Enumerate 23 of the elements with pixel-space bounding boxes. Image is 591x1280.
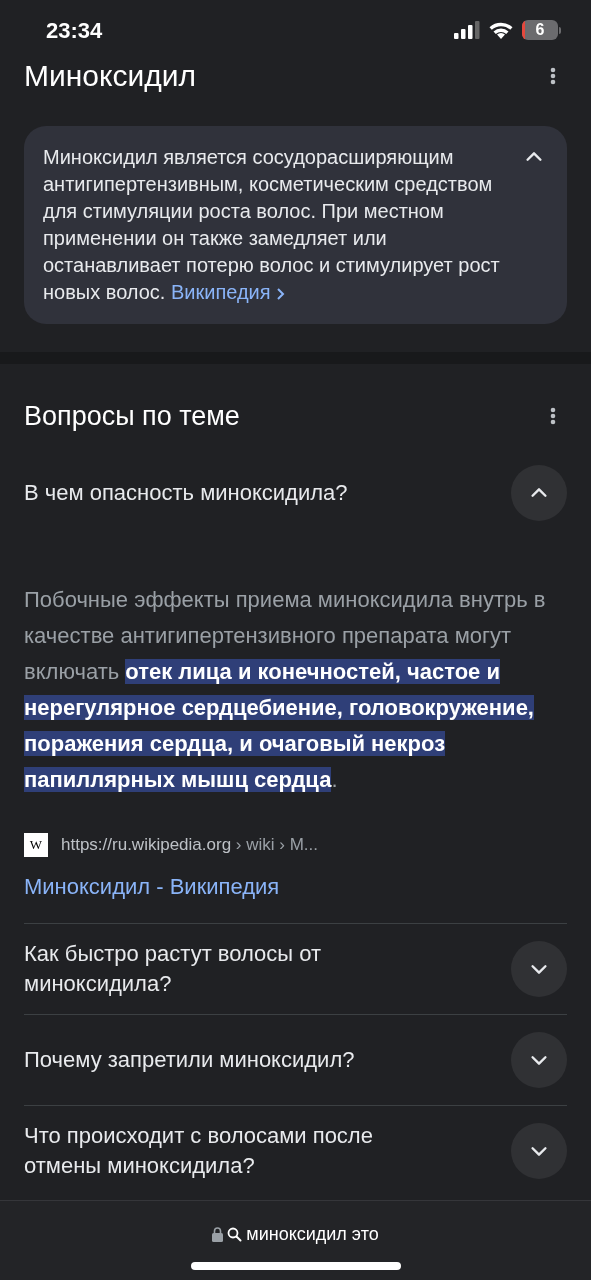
clock-time: 23:34 bbox=[46, 16, 103, 45]
home-indicator[interactable] bbox=[190, 1262, 401, 1270]
address-bar[interactable]: миноксидил это bbox=[212, 1221, 379, 1248]
summary-text: Миноксидил является сосудорасширяющим антигипертензивным, косметическим средством для стимуляции роста волос. При местном применении он также замедляет или останавливает потерю волос и стимулирует рост новых волос. Википедия bbox=[43, 145, 501, 305]
more-vertical-icon bbox=[550, 407, 556, 425]
chevron-right-icon bbox=[276, 286, 287, 301]
lock-icon bbox=[212, 1227, 224, 1242]
search-icon bbox=[227, 1227, 243, 1242]
page-title: Миноксидил bbox=[24, 60, 196, 92]
question-text[interactable]: Почему запретили миноксидил? bbox=[24, 1044, 355, 1075]
battery-icon: 6 bbox=[522, 20, 558, 40]
question-text[interactable]: Как быстро растут волосы от миноксидила? bbox=[24, 938, 434, 999]
wifi-icon bbox=[488, 20, 514, 40]
section-heading: Вопросы по теме bbox=[24, 399, 240, 433]
question-text[interactable]: В чем опасность миноксидила? bbox=[24, 478, 348, 508]
more-vertical-icon bbox=[550, 67, 556, 85]
search-query: миноксидил это bbox=[246, 1223, 379, 1246]
source-url: https://ru.wikipedia.org › wiki › M... bbox=[61, 834, 318, 856]
signal-icon bbox=[454, 21, 480, 39]
source-link[interactable]: Миноксидил - Википедия bbox=[24, 869, 280, 903]
site-favicon: W bbox=[24, 832, 48, 857]
question-text[interactable]: Что происходит с волосами после отмены миноксидила? bbox=[24, 1120, 434, 1181]
wikipedia-link[interactable]: Википедия bbox=[170, 281, 287, 303]
